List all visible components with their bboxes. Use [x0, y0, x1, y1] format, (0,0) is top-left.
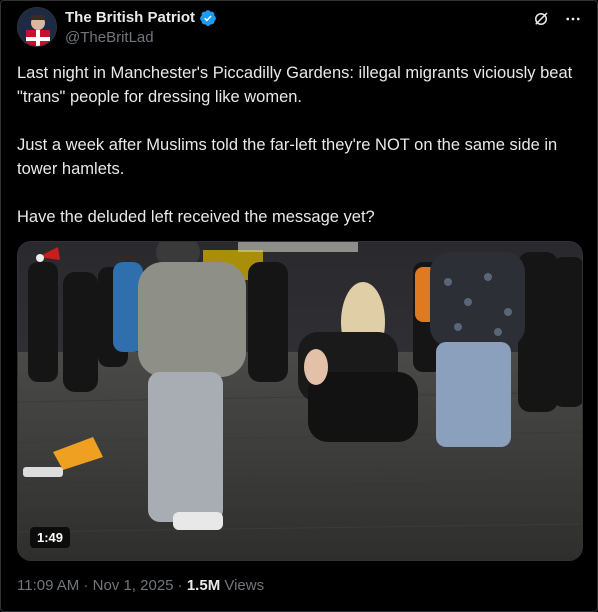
display-name-row: The British Patriot: [65, 9, 217, 27]
video-duration: 1:49: [30, 527, 71, 548]
header-actions: [531, 9, 583, 29]
views-label: Views: [220, 577, 265, 594]
display-name[interactable]: The British Patriot: [65, 9, 195, 27]
post-date[interactable]: Nov 1, 2025: [93, 577, 174, 594]
meta-separator: ·: [173, 577, 187, 594]
post-header: The British Patriot @TheBritLad: [17, 7, 583, 47]
post-card: The British Patriot @TheBritLad Last nig…: [0, 0, 598, 612]
avatar[interactable]: [17, 7, 57, 47]
post-time[interactable]: 11:09 AM: [17, 577, 79, 594]
grok-icon[interactable]: [531, 9, 551, 29]
verified-badge-icon: [199, 9, 217, 27]
post-paragraph: Last night in Manchester's Piccadilly Ga…: [17, 64, 573, 106]
video-player[interactable]: 1:49: [17, 241, 583, 561]
more-options-icon[interactable]: [563, 9, 583, 29]
post-paragraph: Have the deluded left received the messa…: [17, 208, 375, 226]
post-meta: 11:09 AM · Nov 1, 2025 · 1.5M Views: [17, 576, 264, 596]
views-count: 1.5M: [186, 577, 221, 594]
meta-separator: ·: [79, 577, 93, 594]
handle[interactable]: @TheBritLad: [65, 28, 217, 48]
video-frame: [18, 242, 582, 560]
post-text: Last night in Manchester's Piccadilly Ga…: [17, 61, 583, 253]
post-paragraph: Just a week after Muslims told the far-l…: [17, 136, 558, 178]
account-names: The British Patriot @TheBritLad: [65, 9, 217, 48]
